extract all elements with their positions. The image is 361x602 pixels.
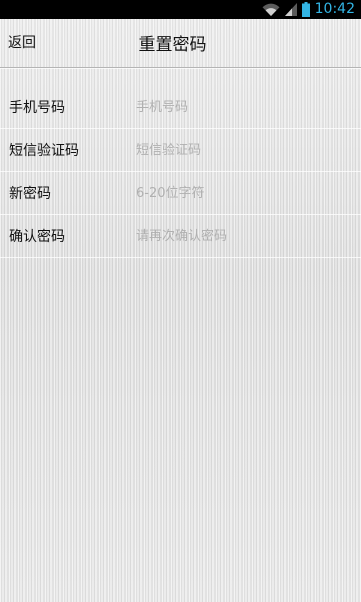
sms-code-input[interactable] bbox=[136, 135, 351, 165]
page-title: 重置密码 bbox=[138, 35, 207, 55]
sms-code-row: 短信验证码 bbox=[0, 129, 361, 172]
signal-icon bbox=[284, 3, 297, 16]
sms-code-label: 短信验证码 bbox=[9, 143, 79, 159]
wifi-icon bbox=[262, 3, 280, 17]
phone-label: 手机号码 bbox=[9, 100, 65, 116]
status-time: 10:42 bbox=[314, 1, 355, 17]
phone-input[interactable] bbox=[136, 92, 351, 122]
title-bar: 返回 重置密码 bbox=[0, 19, 361, 67]
confirm-password-label: 确认密码 bbox=[9, 229, 65, 245]
status-bar: 10:42 bbox=[0, 0, 361, 19]
status-icons: 10:42 bbox=[262, 0, 355, 19]
reset-password-form: 手机号码 短信验证码 新密码 确认密码 bbox=[0, 86, 361, 258]
battery-icon bbox=[301, 2, 310, 17]
new-password-label: 新密码 bbox=[9, 186, 51, 202]
new-password-input[interactable] bbox=[136, 178, 351, 208]
phone-row: 手机号码 bbox=[0, 86, 361, 129]
confirm-password-input[interactable] bbox=[136, 221, 351, 251]
title-divider bbox=[0, 67, 361, 68]
new-password-row: 新密码 bbox=[0, 172, 361, 215]
confirm-password-row: 确认密码 bbox=[0, 215, 361, 258]
